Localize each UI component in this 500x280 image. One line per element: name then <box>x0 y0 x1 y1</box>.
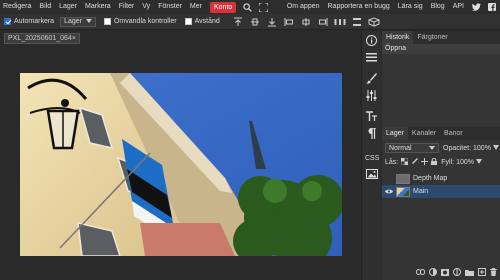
folder-icon[interactable] <box>465 269 474 278</box>
menu-fonster[interactable]: Fönster <box>155 0 187 14</box>
layer-style-icon[interactable] <box>429 268 437 278</box>
layer-thumbnail <box>396 186 410 197</box>
menu-lara-sig[interactable]: Lära sig <box>394 0 427 14</box>
distance-label: Avstånd <box>194 18 220 25</box>
blend-mode-select[interactable]: Normal <box>385 143 439 153</box>
eye-icon[interactable] <box>385 189 394 194</box>
layer-name: Depth Map <box>413 175 448 182</box>
svg-text:CSS: CSS <box>365 155 379 161</box>
opacity-label: Opacitet: <box>443 144 472 152</box>
menu-lager[interactable]: Lager <box>56 0 82 14</box>
tab-historik[interactable]: Historik <box>382 31 414 44</box>
menu-api[interactable]: API <box>449 0 468 14</box>
menu-mer[interactable]: Mer <box>187 0 207 14</box>
image-icon[interactable] <box>364 166 380 181</box>
history-item-oppna[interactable]: Öppna <box>382 44 500 54</box>
menu-filter[interactable]: Filter <box>116 0 140 14</box>
menu-konto[interactable]: Konto <box>209 1 237 13</box>
opacity-value[interactable]: 100% <box>473 145 491 152</box>
tab-banor[interactable]: Banor <box>440 127 467 140</box>
layer-row-main[interactable]: Main <box>382 185 500 198</box>
auto-select-label: Automarkera <box>14 18 55 25</box>
transform-controls-label: Omvandla kontroller <box>113 18 177 25</box>
transform-controls-box[interactable] <box>103 18 111 25</box>
search-icon[interactable] <box>242 2 252 12</box>
facebook-icon[interactable] <box>487 2 497 12</box>
fill-label: Fyll: <box>441 158 455 166</box>
layer-row-depth-map[interactable]: Depth Map <box>382 172 500 185</box>
align-top-icon[interactable] <box>232 16 244 28</box>
menu-bild[interactable]: Bild <box>36 0 56 14</box>
lock-transparency-icon[interactable] <box>400 157 409 167</box>
menu-om-appen[interactable]: Om appen <box>283 0 324 14</box>
layer-target-value: Lager <box>64 18 82 25</box>
distribute-vertical-icon[interactable] <box>351 16 363 28</box>
close-icon[interactable]: × <box>72 35 76 42</box>
fill-dropdown-icon[interactable] <box>475 158 482 166</box>
properties-list-icon[interactable] <box>364 50 380 65</box>
menu-redigera[interactable]: Redigera <box>0 0 36 14</box>
panel-icon-strip: CSS <box>361 31 381 280</box>
lock-label: Lås: <box>385 158 399 166</box>
layer-tabs: Lager Kanaler Banor <box>382 127 500 140</box>
transform-controls-checkbox[interactable]: Omvandla kontroller <box>103 18 177 25</box>
character-icon[interactable] <box>364 109 380 124</box>
link-layers-icon[interactable] <box>416 269 425 277</box>
history-tabs: Historik Färgtoner <box>382 31 500 44</box>
align-bottom-icon[interactable] <box>266 16 278 28</box>
menu-bar: Redigera Bild Lager Markera Filter Vy Fö… <box>0 0 500 14</box>
menu-rapportera-bugg[interactable]: Rapportera en bugg <box>324 0 394 14</box>
photo-illustration <box>20 73 342 256</box>
css-icon[interactable]: CSS <box>364 149 380 164</box>
distribute-icon[interactable] <box>334 16 346 28</box>
align-center-icon[interactable] <box>300 16 312 28</box>
layer-thumbnail <box>396 173 410 184</box>
layers-bottom-toolbar <box>382 266 500 280</box>
lock-all-icon[interactable] <box>431 157 438 167</box>
info-icon[interactable] <box>364 33 380 48</box>
paragraph-icon[interactable] <box>364 126 380 141</box>
adjustment-layer-icon[interactable] <box>453 268 461 278</box>
tab-lager[interactable]: Lager <box>382 127 408 140</box>
mask-icon[interactable] <box>441 268 449 278</box>
align-middle-icon[interactable] <box>249 16 261 28</box>
distance-checkbox[interactable]: Avstånd <box>184 18 220 25</box>
blend-mode-value: Normal <box>389 144 412 152</box>
canvas-workspace[interactable] <box>0 46 360 280</box>
align-left-icon[interactable] <box>283 16 295 28</box>
document-tab-title: PXL_20250601_064 <box>8 35 72 42</box>
distance-box[interactable] <box>184 18 192 25</box>
fill-value[interactable]: 100% <box>456 159 474 166</box>
brush-icon[interactable] <box>364 71 380 86</box>
tab-kanaler[interactable]: Kanaler <box>408 127 440 140</box>
auto-select-checkbox[interactable]: Automarkera <box>4 18 54 25</box>
layers-panel: Lager Kanaler Banor Normal Opacitet: 100… <box>382 127 500 198</box>
blend-opacity-row: Normal Opacitet: 100% <box>382 142 500 154</box>
layer-name: Main <box>413 188 429 195</box>
3d-transform-icon[interactable] <box>367 16 380 28</box>
document-canvas-image[interactable] <box>20 73 342 256</box>
menu-vy[interactable]: Vy <box>139 0 155 14</box>
chevron-down-icon <box>429 145 435 152</box>
lock-fill-row: Lås: Fyll: 100% <box>382 156 500 168</box>
align-right-icon[interactable] <box>317 16 329 28</box>
lock-position-icon[interactable] <box>421 157 429 167</box>
tab-fargtoner[interactable]: Färgtoner <box>413 31 451 44</box>
tool-options-bar: Automarkera Lager Omvandla kontroller Av… <box>0 14 500 30</box>
layer-target-select[interactable]: Lager <box>60 16 96 27</box>
new-layer-icon[interactable] <box>478 268 486 278</box>
fullscreen-icon[interactable] <box>258 2 268 12</box>
menu-markera[interactable]: Markera <box>82 0 116 14</box>
chevron-down-icon <box>85 18 92 25</box>
lock-pixels-icon[interactable] <box>411 157 419 167</box>
right-panel: Historik Färgtoner Öppna Lager Kanaler B… <box>382 31 500 280</box>
history-list: Öppna <box>382 44 500 128</box>
auto-select-checkmark[interactable] <box>4 18 11 25</box>
twitter-icon[interactable] <box>471 2 481 12</box>
adjustments-icon[interactable] <box>364 88 380 103</box>
delete-layer-icon[interactable] <box>490 268 497 278</box>
document-tab[interactable]: PXL_20250601_064 × <box>4 33 80 44</box>
opacity-dropdown-icon[interactable] <box>492 144 499 152</box>
menu-blog[interactable]: Blog <box>427 0 449 14</box>
